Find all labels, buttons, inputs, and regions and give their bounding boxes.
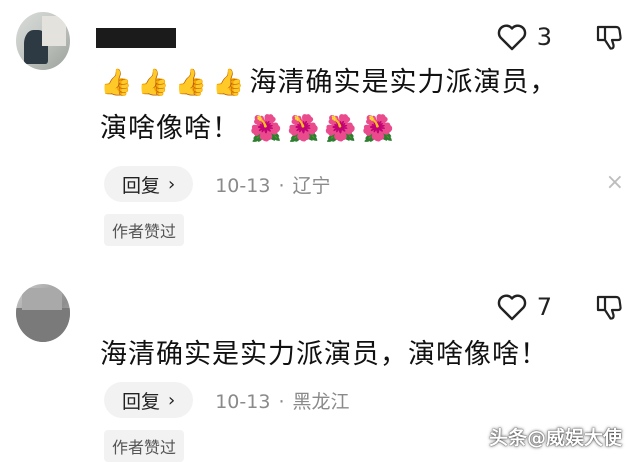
author-liked-badge: 作者赞过: [104, 214, 185, 246]
comment-text: 👍 👍 👍 👍 海清确实是实力派演员， 演啥像啥！ 🌺 🌺 🌺 🌺: [100, 60, 610, 152]
avatar[interactable]: [16, 284, 70, 342]
reply-button[interactable]: 回复 ›: [104, 382, 194, 418]
comment-location: 黑龙江: [292, 390, 350, 413]
thumbs-up-icon: 👍: [100, 68, 134, 98]
reply-button[interactable]: 回复 ›: [104, 166, 194, 202]
comment-text-line: 演啥像啥！: [100, 113, 240, 144]
flower-icon: 🌺: [324, 114, 358, 144]
like-count: 3: [536, 23, 552, 51]
comment-text: 海清确实是实力派演员，演啥像啥！: [100, 339, 548, 370]
watermark: 头条@威娱大使: [488, 427, 622, 449]
comment-item-1: 3 👍 👍 👍 👍 海清确实是实力派演员， 演啥像啥！ 🌺 🌺 🌺 🌺 回复 › 10-13 ·…: [0, 0, 640, 250]
thumbs-down-icon[interactable]: [594, 22, 624, 52]
username-redacted[interactable]: [96, 28, 176, 48]
thumbs-down-icon[interactable]: [594, 292, 624, 322]
chevron-right-icon: ›: [168, 389, 176, 411]
comment-text-line: 海清确实是实力派演员，: [249, 67, 558, 98]
comment-date: 10-13: [215, 174, 271, 197]
like-count: 7: [536, 293, 552, 321]
thumbs-up-icon: 👍: [174, 68, 209, 98]
close-icon[interactable]: ×: [606, 170, 624, 195]
flower-icon: 🌺: [361, 114, 396, 144]
flower-icon: 🌺: [249, 114, 283, 144]
chevron-right-icon: ›: [168, 173, 176, 195]
heart-icon[interactable]: [497, 292, 527, 322]
avatar[interactable]: [16, 12, 70, 70]
heart-icon[interactable]: [497, 22, 527, 52]
author-liked-badge: 作者赞过: [104, 430, 185, 462]
like-group[interactable]: 3: [497, 22, 552, 52]
comment-date: 10-13: [215, 390, 271, 413]
flower-icon: 🌺: [286, 114, 321, 144]
thumbs-up-icon: 👍: [137, 68, 171, 98]
thumbs-up-icon: 👍: [212, 68, 246, 98]
comment-meta: 回复 › 10-13 · 黑龙江: [104, 382, 350, 418]
comment-meta: 回复 › 10-13 · 辽宁: [104, 166, 331, 202]
like-group[interactable]: 7: [497, 292, 552, 322]
comment-location: 辽宁: [292, 174, 331, 197]
